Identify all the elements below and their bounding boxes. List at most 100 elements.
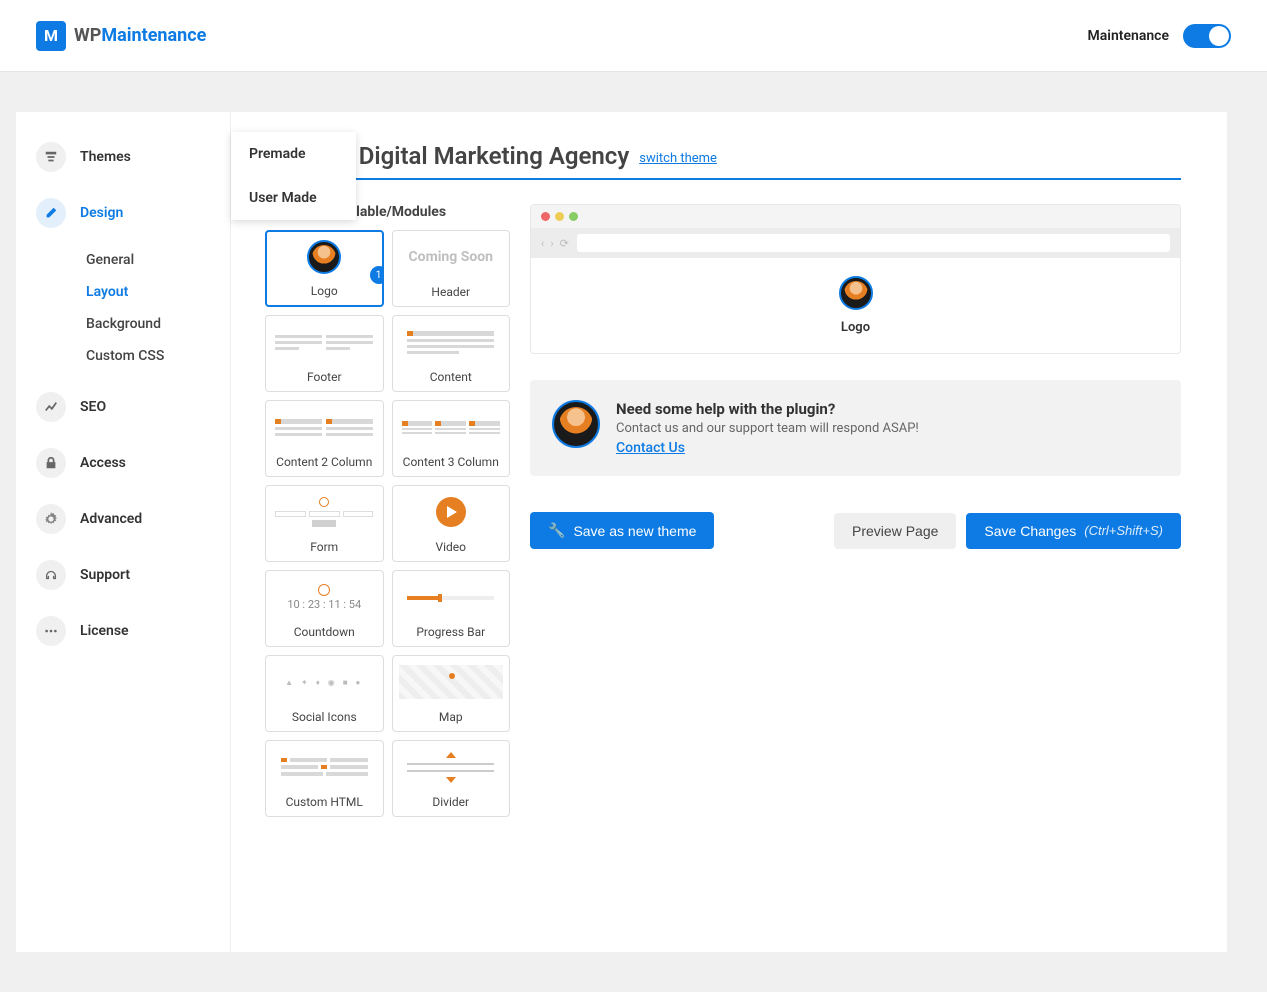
- module-label: Content: [393, 368, 510, 391]
- coming-soon-text: Coming Soon: [409, 249, 494, 265]
- module-label: Video: [393, 538, 510, 561]
- module-label: Header: [393, 283, 510, 306]
- avatar-icon: [307, 240, 341, 274]
- maintenance-toggle[interactable]: [1183, 24, 1231, 48]
- module-label: Social Icons: [266, 708, 383, 731]
- back-icon: ‹: [541, 237, 544, 250]
- sidebar-label: Access: [80, 455, 126, 471]
- sidebar-sub-general[interactable]: General: [16, 244, 230, 276]
- gear-icon: [36, 504, 66, 534]
- preview-canvas[interactable]: Logo: [531, 258, 1180, 353]
- sidebar-label: Design: [80, 205, 123, 221]
- sidebar-label: Support: [80, 567, 130, 583]
- button-label: Save as new theme: [573, 523, 696, 539]
- brand-logo-mark: M: [36, 21, 66, 51]
- module-preview: [393, 401, 510, 453]
- sidebar-item-advanced[interactable]: Advanced: [16, 494, 230, 544]
- sidebar: Themes Design General Layout Background …: [16, 112, 231, 952]
- sidebar-item-support[interactable]: Support: [16, 550, 230, 600]
- sidebar-sub-layout[interactable]: Layout: [16, 276, 230, 308]
- button-label: Save Changes: [984, 523, 1076, 539]
- sidebar-item-seo[interactable]: SEO: [16, 382, 230, 432]
- themes-flyout: Premade User Made: [231, 132, 356, 220]
- module-countdown[interactable]: 10 : 23 : 11 : 54 Countdown: [265, 570, 384, 647]
- flyout-item-premade[interactable]: Premade: [231, 132, 356, 176]
- module-preview: [393, 486, 510, 538]
- content-area: g theme Digital Marketing Agency switch …: [231, 112, 1227, 952]
- preview-page-button[interactable]: Preview Page: [834, 513, 956, 549]
- module-divider[interactable]: Divider: [392, 740, 511, 817]
- module-progress[interactable]: Progress Bar: [392, 570, 511, 647]
- module-content2[interactable]: Content 2 Column: [265, 400, 384, 477]
- top-bar: M WPMaintenance Maintenance: [0, 0, 1267, 72]
- dots-icon: [36, 616, 66, 646]
- module-preview: [393, 316, 510, 368]
- module-video[interactable]: Video: [392, 485, 511, 562]
- forward-icon: ›: [550, 237, 553, 250]
- save-changes-button[interactable]: Save Changes (Ctrl+Shift+S): [966, 513, 1181, 549]
- sidebar-sub-background[interactable]: Background: [16, 308, 230, 340]
- module-custom-html[interactable]: Custom HTML: [265, 740, 384, 817]
- maintenance-toggle-wrap: Maintenance: [1088, 24, 1231, 48]
- contact-us-link[interactable]: Contact Us: [616, 440, 685, 456]
- module-preview: Coming Soon: [393, 231, 510, 283]
- module-preview: [266, 316, 383, 368]
- brand-logo[interactable]: M WPMaintenance: [36, 21, 206, 51]
- module-label: Divider: [393, 793, 510, 816]
- module-footer[interactable]: Footer: [265, 315, 384, 392]
- right-column: ‹ › ⟳ Logo Need some help with the plugin?: [530, 204, 1181, 817]
- module-label: Content 3 Column: [393, 453, 510, 476]
- sidebar-sub-customcss[interactable]: Custom CSS: [16, 340, 230, 372]
- shortcut-text: (Ctrl+Shift+S): [1084, 523, 1163, 538]
- module-preview: [266, 741, 383, 793]
- brand-rest: Maintenance: [101, 25, 206, 46]
- module-form[interactable]: Form: [265, 485, 384, 562]
- module-content3[interactable]: Content 3 Column: [392, 400, 511, 477]
- window-min-icon: [555, 212, 564, 221]
- sidebar-item-design[interactable]: Design: [16, 188, 230, 238]
- main-container: Premade User Made Themes Design General …: [0, 72, 1267, 992]
- window-max-icon: [569, 212, 578, 221]
- main-panel: Premade User Made Themes Design General …: [16, 112, 1227, 952]
- module-social[interactable]: ▲ ✦ ♦ ◉ ■ ● Social Icons: [265, 655, 384, 732]
- lock-icon: [36, 448, 66, 478]
- module-label: Map: [393, 708, 510, 731]
- preview-logo-label: Logo: [841, 320, 870, 335]
- reload-icon: ⟳: [560, 237, 569, 250]
- module-preview: [393, 741, 510, 793]
- sidebar-item-themes[interactable]: Themes: [16, 132, 230, 182]
- module-preview: [267, 232, 382, 282]
- module-preview: [266, 401, 383, 453]
- module-logo[interactable]: Logo 1: [265, 230, 384, 307]
- help-desc: Contact us and our support team will res…: [616, 421, 1159, 436]
- module-content[interactable]: Content: [392, 315, 511, 392]
- browser-url-input[interactable]: [577, 234, 1170, 252]
- module-label: Custom HTML: [266, 793, 383, 816]
- flyout-item-usermade[interactable]: User Made: [231, 176, 356, 220]
- support-avatar-icon: [552, 400, 600, 448]
- countdown-timer: 10 : 23 : 11 : 54: [287, 598, 361, 611]
- maintenance-toggle-label: Maintenance: [1088, 28, 1169, 44]
- module-preview: 10 : 23 : 11 : 54: [266, 571, 383, 623]
- brand-wp: WP: [74, 25, 101, 46]
- actions-row: 🔧 Save as new theme Preview Page Save Ch…: [530, 512, 1181, 549]
- map-icon: [399, 665, 503, 699]
- sidebar-item-access[interactable]: Access: [16, 438, 230, 488]
- sidebar-item-license[interactable]: License: [16, 606, 230, 656]
- module-label: Progress Bar: [393, 623, 510, 646]
- module-label: Logo: [267, 282, 382, 305]
- module-preview: [393, 571, 510, 623]
- module-badge: 1: [370, 266, 384, 284]
- help-title: Need some help with the plugin?: [616, 400, 1159, 418]
- sidebar-label: Themes: [80, 149, 131, 165]
- switch-theme-link[interactable]: switch theme: [639, 151, 717, 166]
- module-header[interactable]: Coming Soon Header: [392, 230, 511, 307]
- save-as-new-theme-button[interactable]: 🔧 Save as new theme: [530, 512, 714, 549]
- module-map[interactable]: Map: [392, 655, 511, 732]
- module-label: Form: [266, 538, 383, 561]
- browser-url-bar: ‹ › ⟳: [531, 228, 1180, 258]
- wrench-icon: 🔧: [548, 522, 565, 539]
- layout-row: Available/Modules Logo 1 Coming Soon Hea…: [265, 204, 1181, 817]
- window-close-icon: [541, 212, 550, 221]
- browser-chrome-top: [531, 205, 1180, 228]
